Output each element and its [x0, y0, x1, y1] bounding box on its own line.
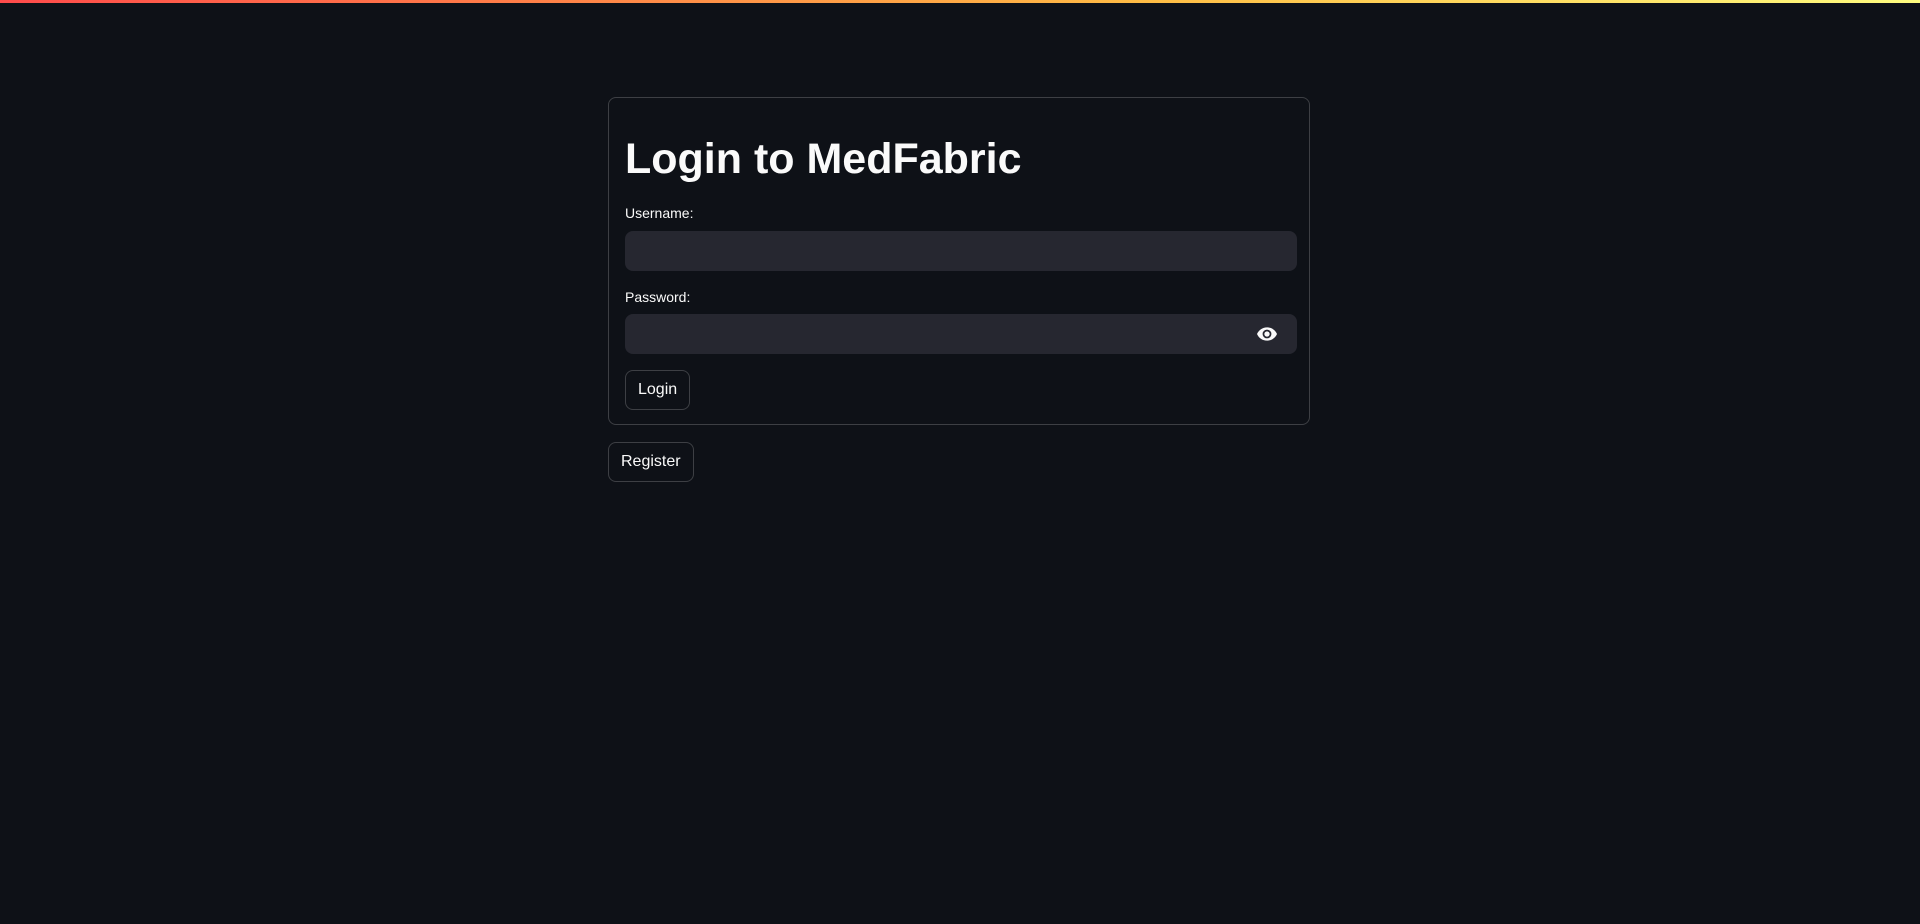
username-input[interactable] — [625, 231, 1297, 271]
register-button[interactable]: Register — [608, 442, 694, 482]
top-decoration-bar — [0, 0, 1920, 3]
username-label: Username: — [625, 205, 694, 221]
page-title: Login to MedFabric — [625, 135, 1022, 183]
password-label: Password: — [625, 289, 691, 305]
show-password-toggle[interactable] — [1247, 314, 1287, 354]
login-button[interactable]: Login — [625, 370, 691, 410]
eye-icon — [1257, 327, 1277, 341]
login-form: Login to MedFabric Username: Password: L… — [608, 97, 1310, 425]
password-input[interactable] — [625, 314, 1297, 354]
